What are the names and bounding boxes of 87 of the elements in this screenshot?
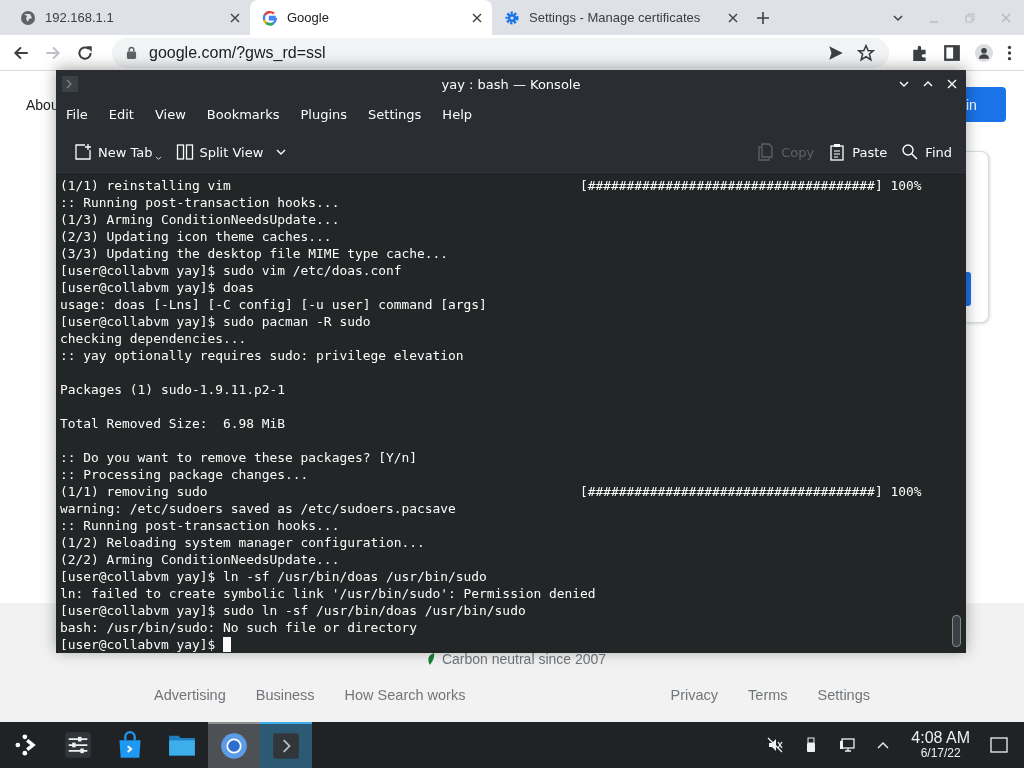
terminal-line: Packages (1) sudo-1.9.11.p2-1 (60, 381, 287, 398)
terminal-line: [user@collabvm yay]$ sudo ln -sf /usr/bin/doas /usr/bin/sudo (60, 602, 527, 619)
lock-icon (126, 46, 137, 59)
browser-tab[interactable]: 192.168.1.1 (8, 0, 250, 35)
gear-icon (504, 9, 520, 26)
address-bar[interactable]: google.com/?gws_rd=ssl (112, 37, 889, 68)
terminal-line: [user@collabvm yay]$ sudo pacman -R sudo (60, 313, 372, 330)
terminal-line: :: Running post-transaction hooks... (60, 194, 341, 211)
terminal-line: (1/1) reinstalling vim (60, 177, 232, 194)
browser-tab[interactable]: Google (250, 0, 492, 35)
close-icon[interactable] (728, 12, 738, 23)
split-view-icon (175, 143, 194, 161)
tab-title: Settings - Manage certificates (529, 10, 702, 25)
tab-title: 192.168.1.1 (45, 10, 115, 25)
terminal-line: (3/3) Updating the desktop file MIME type cache... (60, 245, 450, 262)
footer-link[interactable]: Settings (817, 687, 870, 703)
menu-item[interactable]: View (146, 102, 194, 126)
terminal-line: [user@collabvm yay]$ doas (60, 279, 256, 296)
footer-link[interactable]: How Search works (344, 687, 466, 703)
caret-icon (154, 156, 162, 161)
terminal-line: bash: /usr/bin/sudo: No such file or directory (60, 619, 418, 636)
globe-icon (20, 9, 36, 26)
clock-date[interactable]: 6/17/22 (920, 747, 961, 760)
menu-item[interactable]: Settings (360, 102, 430, 126)
terminal-line: (1/2) Reloading system manager configuration... (60, 534, 426, 551)
menu-item[interactable]: Bookmarks (198, 102, 288, 126)
terminal-line: usage: doas [-Lns] [-C config] [-u user] command [args] (60, 296, 488, 313)
terminal-line: :: yay optionally requires sudo: privilege elevation (60, 347, 465, 364)
clock-time[interactable]: 4:08 AM (911, 730, 970, 748)
terminal-line: (2/2) Arming ConditionNeedsUpdate... (60, 551, 341, 568)
terminal-line: [user@collabvm yay]$ ln -sf /usr/bin/doas /usr/bin/sudo (60, 568, 488, 585)
new-tab-icon[interactable] (756, 10, 770, 25)
terminal-line: :: Running post-transaction hooks... (60, 517, 341, 534)
google-icon (262, 9, 278, 26)
terminal-line: (1/1) removing sudo (60, 483, 209, 500)
progress-text: [#####################################] 100% (579, 177, 922, 194)
clipboard-icon (828, 143, 847, 161)
reload-icon[interactable] (76, 43, 94, 62)
avatar-icon[interactable] (975, 43, 993, 62)
sliders-icon (64, 731, 92, 759)
search-icon (901, 143, 920, 161)
scrollbar-thumb[interactable] (952, 615, 961, 647)
terminal-line: :: Do you want to remove these packages? [Y/n] (60, 449, 418, 466)
terminal-icon (272, 732, 300, 760)
send-icon[interactable] (827, 43, 845, 62)
menu-item[interactable]: Help (434, 102, 480, 126)
terminal-line: [user@collabvm yay]$ (60, 636, 216, 653)
toolbar-button[interactable]: Split View (169, 137, 294, 167)
menu-item[interactable]: Edit (100, 102, 142, 126)
close-icon[interactable] (230, 12, 240, 23)
copy-icon (757, 143, 776, 161)
side-panel-icon[interactable] (943, 43, 961, 62)
footer-link[interactable]: Privacy (670, 687, 719, 703)
terminal-icon (62, 76, 78, 92)
browser-tab[interactable]: Settings - Manage certificates (492, 0, 748, 35)
muted-speaker-icon[interactable] (767, 737, 784, 753)
toolbar-button[interactable]: New Tab (68, 137, 168, 167)
sign-in-button[interactable]: in (966, 87, 1006, 122)
terminal-line: (1/3) Arming ConditionNeedsUpdate... (60, 211, 341, 228)
new-tab-icon (74, 143, 92, 161)
terminal-line: Total Removed Size: 6.98 MiB (60, 415, 287, 432)
carbon-note: Carbon neutral since 2007 (441, 651, 607, 667)
close-icon[interactable] (472, 12, 482, 23)
progress-text: [#####################################] 100% (579, 483, 922, 500)
footer-link[interactable]: Terms (748, 687, 788, 703)
chromium-icon (220, 732, 248, 760)
network-icon[interactable] (839, 737, 856, 753)
menu-item[interactable]: Plugins (292, 102, 356, 126)
terminal-line: (2/3) Updating icon theme caches... (60, 228, 333, 245)
menu-item[interactable]: File (58, 102, 96, 126)
terminal-line: warning: /etc/sudoers saved as /etc/sudoers.pacsave (60, 500, 457, 517)
terminal-line: :: Processing package changes... (60, 466, 310, 483)
terminal-line: checking dependencies... (60, 330, 248, 347)
star-icon[interactable] (857, 43, 875, 62)
show-desktop-icon[interactable] (990, 736, 1008, 754)
window-title: yay : bash — Konsole (441, 76, 581, 92)
terminal-line: ln: failed to create symbolic link '/usr/bin/sudo': Permission denied (60, 585, 596, 602)
toolbar-button[interactable]: Paste (822, 137, 894, 167)
footer-link[interactable]: Business (255, 687, 315, 703)
terminal-line: [user@collabvm yay]$ sudo vim /etc/doas.conf (60, 262, 403, 279)
menu-icon[interactable] (1007, 43, 1012, 62)
tab-title: Google (287, 10, 330, 25)
toolbar-button[interactable]: Find (895, 137, 958, 167)
taskbar-app[interactable] (208, 722, 260, 768)
footer-link[interactable]: Advertising (154, 687, 226, 703)
puzzle-icon[interactable] (911, 43, 929, 62)
url-text: google.com/?gws_rd=ssl (149, 43, 326, 62)
